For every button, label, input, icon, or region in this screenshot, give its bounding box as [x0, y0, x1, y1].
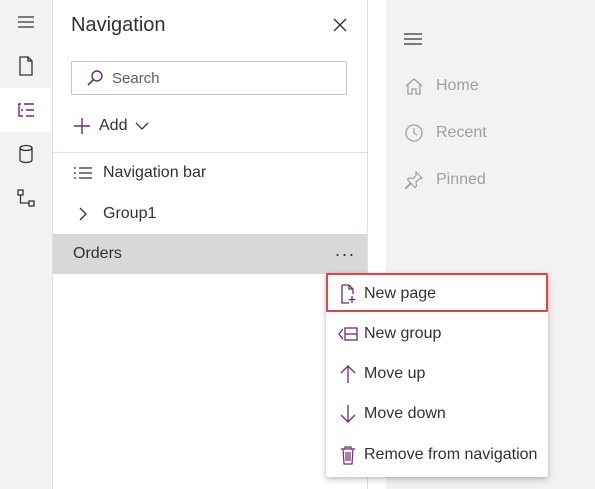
more-icon: ··· — [334, 243, 356, 264]
chevron-down-icon — [136, 122, 149, 130]
pin-icon — [404, 170, 424, 190]
plus-icon — [74, 118, 90, 134]
rail-connector-button[interactable] — [0, 176, 52, 220]
search-box[interactable] — [71, 61, 347, 95]
more-options-button[interactable]: ··· — [333, 242, 357, 266]
list-icon — [74, 167, 92, 179]
arrow-up-icon — [340, 365, 356, 383]
hamburger-menu-button[interactable] — [0, 0, 52, 44]
connector-icon — [17, 189, 35, 207]
tree-view-icon — [18, 103, 34, 117]
tree-item-group1[interactable]: Group1 — [53, 194, 367, 234]
preview-item-label: Home — [436, 77, 479, 94]
tree-item-orders[interactable]: Orders ··· — [53, 234, 367, 274]
new-group-icon — [338, 327, 358, 341]
highlight-box — [326, 273, 548, 312]
preview-item-home: Home — [404, 76, 479, 96]
menu-item-label: Remove from navigation — [364, 446, 538, 463]
menu-item-move-down[interactable]: Move down — [326, 394, 548, 434]
preview-item-pinned: Pinned — [404, 170, 486, 190]
navigation-panel: Navigation Add Navigation bar Group1 Ord… — [53, 0, 368, 489]
menu-item-remove[interactable]: Remove from navigation — [326, 435, 548, 475]
close-icon — [333, 18, 347, 32]
tree-item-label: Group1 — [103, 205, 157, 222]
tree-item-label: Navigation bar — [103, 164, 207, 181]
panel-title: Navigation — [71, 14, 166, 36]
add-button[interactable]: Add — [73, 114, 149, 138]
page-icon — [19, 56, 33, 76]
search-icon — [86, 69, 104, 87]
menu-item-label: Move down — [364, 405, 446, 422]
search-input[interactable] — [112, 69, 332, 87]
clock-icon — [405, 124, 423, 142]
menu-item-new-group[interactable]: New group — [326, 314, 548, 354]
close-button[interactable] — [329, 14, 351, 36]
menu-item-move-up[interactable]: Move up — [326, 354, 548, 394]
preview-item-label: Pinned — [436, 171, 486, 188]
preview-hamburger-icon — [403, 32, 423, 50]
add-button-label: Add — [99, 117, 128, 134]
tree-item-label: Orders — [73, 245, 122, 262]
preview-item-recent: Recent — [404, 123, 487, 143]
tree-item-navigation-bar[interactable]: Navigation bar — [53, 153, 367, 193]
rail-screens-button[interactable] — [0, 44, 52, 88]
chevron-right-icon — [79, 207, 87, 221]
trash-icon — [341, 446, 355, 465]
menu-item-label: New group — [364, 325, 442, 342]
rail-tree-view-button[interactable] — [0, 88, 52, 132]
database-icon — [19, 144, 33, 164]
preview-item-label: Recent — [436, 124, 487, 141]
home-icon — [405, 78, 423, 95]
menu-item-label: Move up — [364, 365, 426, 382]
arrow-down-icon — [340, 405, 356, 423]
hamburger-icon — [18, 16, 34, 28]
left-rail — [0, 0, 53, 489]
rail-data-button[interactable] — [0, 132, 52, 176]
